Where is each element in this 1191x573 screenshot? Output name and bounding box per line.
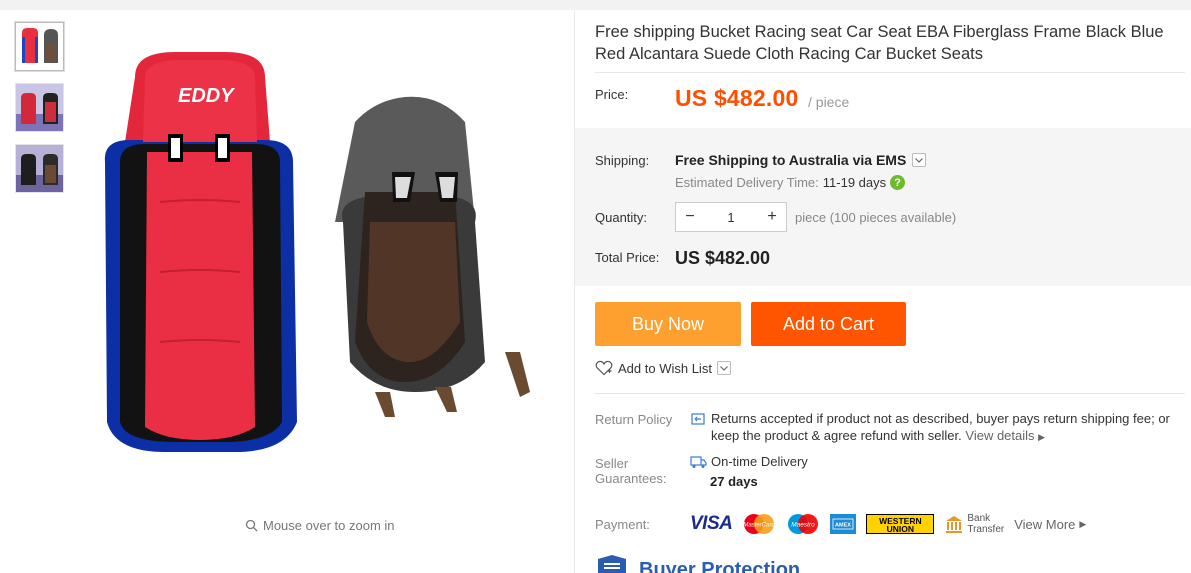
visa-logo: VISA (690, 513, 733, 534)
seller-guarantees-label-line1: Seller (595, 456, 629, 471)
quantity-input[interactable] (704, 203, 758, 231)
quantity-availability: piece (100 pieces available) (795, 210, 957, 225)
quantity-decrease-button[interactable]: − (676, 203, 704, 231)
price-label: Price: (595, 87, 629, 102)
product-page: EDDY Mouse over to zoom in Free shipping… (0, 10, 1191, 573)
product-title: Free shipping Bucket Racing seat Car Sea… (595, 23, 1164, 63)
thumbnail-3[interactable] (15, 144, 64, 193)
delivery-truck-icon (690, 455, 707, 468)
maestro-logo: Maestro (788, 514, 819, 534)
thumbnail-1[interactable] (15, 22, 64, 71)
amex-logo: AMEX (830, 514, 857, 534)
total-price-label: Total Price: (595, 250, 660, 265)
quantity-stepper: − + (675, 202, 787, 232)
total-price-value: US $482.00 (675, 248, 771, 268)
on-time-delivery[interactable]: On-time Delivery (690, 454, 808, 469)
payment-label: Payment: (595, 517, 650, 532)
caret-right-icon: ▶ (1079, 518, 1087, 529)
chevron-down-icon[interactable] (912, 153, 927, 167)
zoom-hint-text: Mouse over to zoom in (263, 518, 395, 533)
bank-icon (946, 516, 963, 533)
buy-now-button[interactable]: Buy Now (595, 302, 741, 346)
caret-right-icon: ▶ (1038, 432, 1046, 442)
chevron-down-icon[interactable] (716, 361, 731, 375)
price-unit: / piece (808, 94, 850, 110)
shield-icon (598, 555, 626, 573)
shipping-label: Shipping: (595, 153, 650, 168)
view-details-text: View details (965, 428, 1035, 443)
buyer-protection: Buyer Protection (595, 555, 800, 573)
western-union-logo: WESTERN UNION (866, 514, 935, 534)
add-to-cart-button[interactable]: Add to Cart (751, 302, 906, 346)
product-main-image[interactable]: EDDY (75, 22, 570, 487)
add-to-wish-list[interactable]: Add to Wish List (595, 360, 731, 376)
shipping-method-selector[interactable]: Free Shipping to Australia via EMS (675, 152, 927, 168)
thumbnail-2[interactable] (15, 83, 64, 132)
svg-text:AMEX: AMEX (835, 523, 851, 529)
thumbnail-list (15, 22, 65, 205)
wish-list-label: Add to Wish List (618, 360, 712, 376)
return-policy-label: Return Policy (595, 412, 673, 427)
divider (595, 393, 1185, 394)
svg-text:Maestro: Maestro (792, 522, 816, 529)
magnifier-icon (245, 519, 258, 532)
payment-methods: VISA MasterCard Maestro AMEX WESTERN UNIO… (690, 513, 1086, 535)
view-more-payments-link[interactable]: View More ▶ (1014, 517, 1086, 532)
estimated-delivery: Estimated Delivery Time: 11-19 days ? (675, 175, 906, 190)
buyer-protection-title: Buyer Protection (639, 558, 801, 573)
estimated-delivery-label: Estimated Delivery Time: (675, 175, 819, 190)
estimated-delivery-value: 11-19 days (822, 175, 887, 190)
return-policy-text: Returns accepted if product not as descr… (711, 411, 1170, 443)
return-icon (691, 413, 705, 425)
quantity-label: Quantity: (595, 210, 648, 225)
bank-transfer-logo: Bank Transfer (944, 513, 1004, 535)
shipping-method-text: Free Shipping to Australia via EMS (675, 152, 907, 168)
seller-guarantees-label-line2: Guarantees: (595, 471, 667, 486)
mastercard-logo: MasterCard (744, 514, 776, 534)
view-details-link[interactable]: View details ▶ (965, 428, 1045, 443)
zoom-hint: Mouse over to zoom in (245, 518, 395, 533)
heart-icon (595, 360, 613, 376)
svg-text:MasterCard: MasterCard (744, 523, 776, 529)
quantity-increase-button[interactable]: + (758, 203, 786, 231)
product-info: Free shipping Bucket Racing seat Car Sea… (575, 10, 1191, 573)
guarantee-days: 27 days (710, 474, 758, 489)
price-value: US $482.00 (675, 85, 799, 111)
on-time-delivery-text: On-time Delivery (711, 454, 808, 469)
help-icon[interactable]: ? (890, 175, 906, 190)
seat-brand-text: EDDY (178, 85, 235, 107)
divider (595, 72, 1185, 73)
return-policy: Returns accepted if product not as descr… (690, 410, 1185, 446)
